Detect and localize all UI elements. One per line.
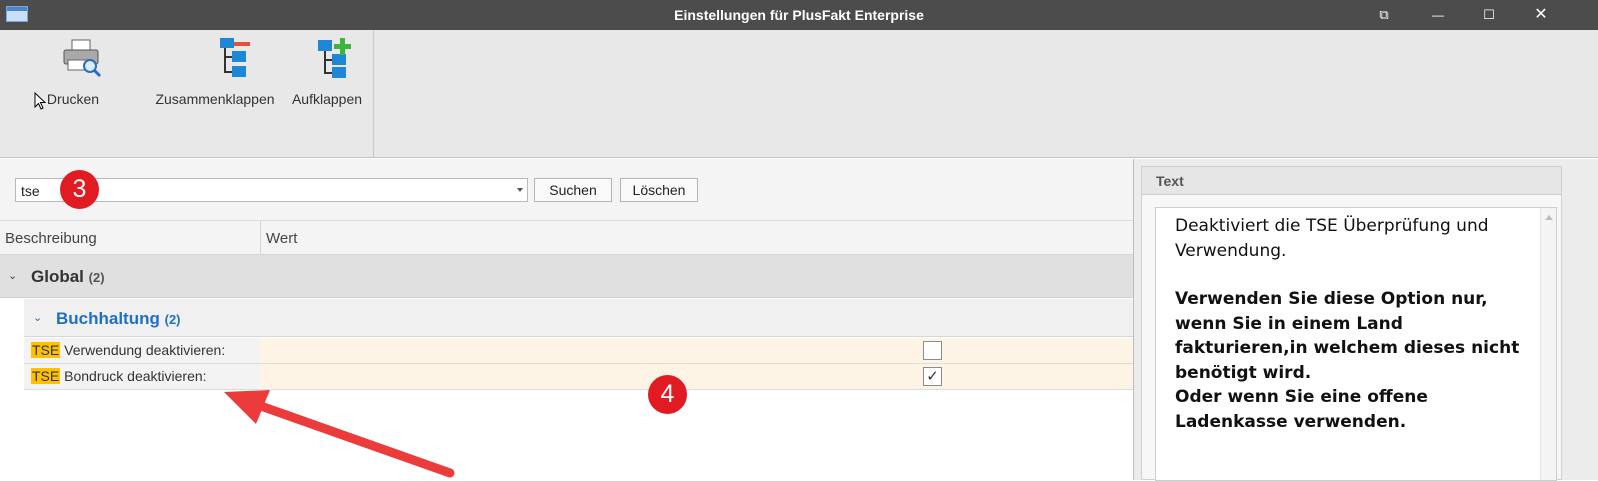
- search-button[interactable]: Suchen: [534, 178, 612, 202]
- expand-all-button[interactable]: Aufklappen: [291, 36, 363, 107]
- collapse-label: Zusammenklappen: [155, 91, 275, 107]
- text-panel-header: Text: [1142, 167, 1561, 195]
- settings-panel: Suchen Löschen Beschreibung Wert ⌄ Globa…: [0, 159, 1133, 480]
- ribbon-separator: [373, 30, 374, 158]
- description-line: Deaktiviert die TSE Überprüfung und Verw…: [1175, 216, 1489, 261]
- printer-icon: [63, 39, 102, 78]
- expand-label: Aufklappen: [291, 91, 363, 107]
- expand-tree-icon: [318, 38, 351, 78]
- print-button[interactable]: Drucken: [33, 36, 113, 107]
- vertical-scrollbar[interactable]: [1540, 208, 1556, 480]
- description-textbox[interactable]: Deaktiviert die TSE Überprüfung und Verw…: [1155, 207, 1557, 481]
- help-panel: Text Deaktiviert die TSE Überprüfung und…: [1134, 159, 1598, 481]
- annotation-arrow: [224, 390, 455, 478]
- minimize-button[interactable]: —: [1427, 4, 1449, 26]
- dropdown-arrow-icon[interactable]: [517, 188, 523, 192]
- description-text: Deaktiviert die TSE Überprüfung und Verw…: [1175, 214, 1537, 434]
- ribbon-toolbar: Drucken Zusammenklappen Aufklappen: [0, 30, 1598, 158]
- close-button[interactable]: ✕: [1530, 4, 1552, 26]
- maximize-button[interactable]: ☐: [1478, 4, 1500, 26]
- clear-button[interactable]: Löschen: [620, 178, 698, 202]
- warning-text: Verwenden Sie diese Option nur, wenn Sie…: [1175, 289, 1520, 432]
- restore-layout-icon[interactable]: ⧉: [1373, 4, 1395, 26]
- annotation-marker-4: 4: [648, 375, 687, 414]
- title-bar: Einstellungen für PlusFakt Enterprise ⧉ …: [0, 0, 1598, 30]
- window-title: Einstellungen für PlusFakt Enterprise: [674, 7, 924, 23]
- cursor-icon: [34, 92, 46, 110]
- tse-usage-checkbox[interactable]: [923, 341, 942, 360]
- collapse-all-button[interactable]: Zusammenklappen: [154, 36, 276, 107]
- collapse-tree-icon: [219, 38, 250, 77]
- tse-receipt-checkbox[interactable]: ✓: [923, 367, 942, 386]
- text-group: Text Deaktiviert die TSE Überprüfung und…: [1141, 166, 1562, 481]
